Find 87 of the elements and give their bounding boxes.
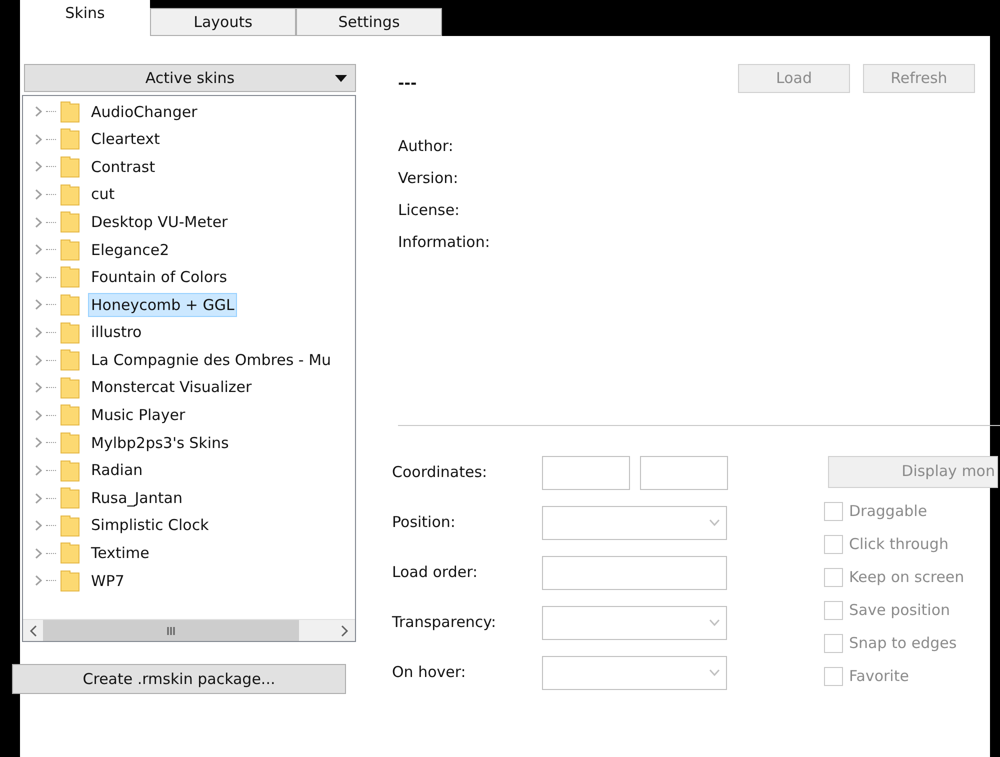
skin-folder-item[interactable]: Monstercat Visualizer [88, 375, 255, 400]
skin-folder-item[interactable]: Textime [88, 541, 152, 566]
expand-chevron-icon[interactable] [35, 106, 42, 118]
folder-icon [60, 266, 80, 288]
scroll-thumb[interactable] [43, 620, 299, 641]
expand-chevron-icon[interactable] [35, 327, 42, 338]
expand-chevron-icon[interactable] [35, 161, 42, 172]
expand-chevron-icon[interactable] [35, 575, 42, 586]
skin-folder-item[interactable]: AudioChanger [88, 100, 200, 124]
folder-icon [60, 349, 80, 372]
folder-icon [60, 432, 80, 454]
expand-chevron-icon[interactable] [35, 465, 42, 476]
expand-chevron-icon[interactable] [35, 244, 42, 256]
skin-folder-item[interactable]: La Compagnie des Ombres - Mu [88, 348, 334, 372]
folder-icon [60, 542, 80, 564]
create-package-button[interactable]: Create .rmskin package... [12, 664, 346, 694]
skin-folder-item[interactable]: Music Player [88, 403, 188, 428]
folder-icon [60, 376, 80, 399]
setting-label: Load order: [392, 562, 479, 584]
expand-chevron-icon[interactable] [35, 520, 42, 532]
expand-chevron-icon[interactable] [35, 548, 42, 559]
folder-icon [60, 211, 80, 234]
folder-icon [60, 322, 80, 344]
folder-icon [60, 487, 80, 510]
folder-icon [60, 128, 80, 150]
info-label: License: [398, 200, 461, 218]
expand-chevron-icon[interactable] [35, 354, 42, 366]
skin-folder-item[interactable]: Desktop VU-Meter [88, 210, 231, 234]
expand-chevron-icon[interactable] [35, 492, 42, 504]
folder-icon [60, 404, 80, 426]
tab[interactable]: Layouts [150, 8, 296, 36]
skin-folder-item[interactable]: Radian [88, 458, 146, 483]
chevron-down-icon [709, 519, 720, 526]
setting-label: Position: [392, 512, 456, 534]
chevron-down-icon [709, 619, 720, 626]
expand-chevron-icon[interactable] [35, 216, 42, 228]
option-label: Draggable [849, 501, 928, 522]
input-field[interactable] [542, 556, 727, 590]
skin-folder-item[interactable]: illustro [88, 320, 145, 345]
skin-folder-item[interactable]: Honeycomb + GGL [88, 292, 238, 318]
skin-folder-item[interactable]: cut [88, 182, 118, 207]
expand-chevron-icon[interactable] [35, 189, 42, 200]
folder-icon [60, 156, 80, 178]
coordinate-x-field[interactable] [542, 456, 630, 490]
expand-chevron-icon[interactable] [35, 437, 42, 448]
skin-folder-item[interactable]: Simplistic Clock [88, 513, 212, 538]
folder-icon [60, 294, 80, 316]
folder-icon [60, 184, 80, 206]
expand-chevron-icon[interactable] [35, 299, 42, 310]
folder-icon [60, 460, 80, 482]
skin-folder-item[interactable]: Mylbp2ps3's Skins [88, 430, 232, 456]
option-label: Keep on screen [849, 567, 964, 588]
horizontal-scrollbar[interactable] [23, 619, 355, 641]
dropdown[interactable] [542, 506, 727, 540]
expand-chevron-icon[interactable] [35, 134, 42, 145]
setting-label: On hover: [392, 662, 467, 684]
skin-folder-item[interactable]: Fountain of Colors [88, 265, 230, 290]
option-label: Click through [849, 534, 948, 556]
chevron-down-icon [709, 669, 720, 676]
folder-icon [60, 570, 80, 592]
folder-icon [60, 514, 80, 537]
info-label: Information: [398, 232, 491, 250]
setting-label: Transparency: [392, 612, 498, 634]
folder-icon [60, 100, 80, 123]
dropdown[interactable] [542, 606, 727, 640]
option-label: Favorite [849, 666, 909, 688]
dropdown[interactable] [542, 656, 727, 690]
option-label: Save position [849, 600, 950, 622]
expand-chevron-icon[interactable] [35, 382, 42, 394]
skin-name: --- [398, 73, 418, 94]
skin-folder-item[interactable]: Cleartext [88, 127, 163, 152]
expand-chevron-icon[interactable] [35, 272, 42, 283]
option-label: Snap to edges [849, 633, 957, 654]
skin-folder-item[interactable]: Elegance2 [88, 238, 172, 262]
tab[interactable]: Skins [20, 0, 150, 36]
skin-folder-item[interactable]: Rusa_Jantan [88, 486, 186, 510]
expand-chevron-icon[interactable] [35, 410, 42, 421]
coordinate-y-field[interactable] [640, 456, 728, 490]
setting-label: Coordinates: [392, 462, 488, 484]
active-skins-dropdown[interactable]: Active skins [24, 64, 356, 92]
skin-folder-item[interactable]: WP7 [88, 568, 128, 594]
info-label: Author: [398, 136, 454, 154]
caret-icon [335, 74, 347, 82]
folder-icon [60, 238, 80, 261]
skin-folder-item[interactable]: Contrast [88, 154, 158, 180]
info-label: Version: [398, 168, 460, 186]
tab[interactable]: Settings [296, 8, 442, 36]
